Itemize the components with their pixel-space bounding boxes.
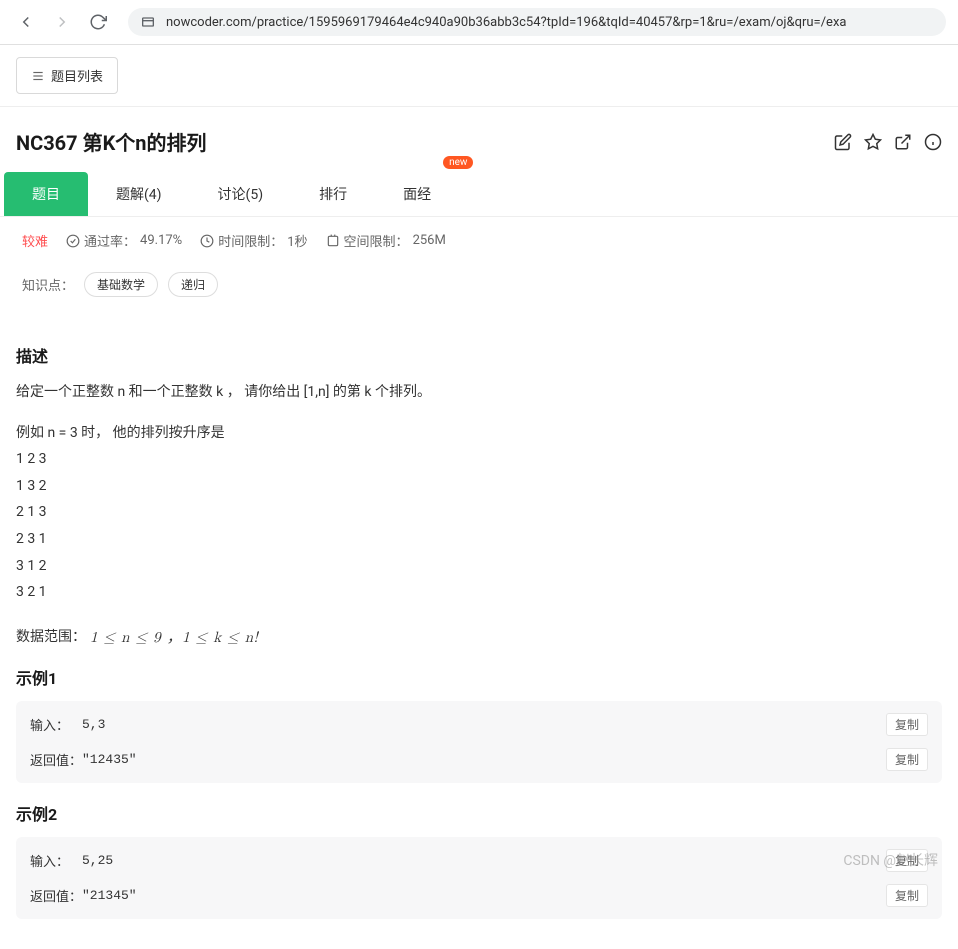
copy-button[interactable]: 复制	[886, 713, 928, 736]
tag-math[interactable]: 基础数学	[84, 272, 158, 297]
perm-line: 2 3 1	[16, 526, 942, 553]
range-line: 数据范围： 1 ≤ n ≤ 9 ，1 ≤ k ≤ n!	[16, 626, 942, 647]
back-button[interactable]	[12, 8, 40, 36]
watermark: CSDN @赵长辉	[843, 850, 938, 870]
meta-pass: 通过率：49.17%	[66, 231, 182, 250]
content: 描述 给定一个正整数 n 和一个正整数 k ， 请你给出 [1,n] 的第 k …	[0, 315, 958, 949]
tab-problem[interactable]: 题目	[4, 172, 88, 216]
tag-recursion[interactable]: 递归	[168, 272, 218, 297]
example2-box: 输入： 5,25 复制 返回值： "21345" 复制	[16, 837, 942, 919]
desc-p1: 给定一个正整数 n 和一个正整数 k ， 请你给出 [1,n] 的第 k 个排列…	[16, 379, 942, 406]
info-icon[interactable]	[924, 133, 942, 151]
ex-label: 返回值：	[30, 886, 82, 905]
example1-title: 示例1	[16, 665, 942, 689]
action-row	[834, 133, 942, 151]
ex-label: 输入：	[30, 715, 82, 734]
meta-time: 时间限制：1秒	[200, 231, 307, 250]
tags-label: 知识点：	[22, 275, 74, 294]
ex-label: 输入：	[30, 851, 82, 870]
tab-solutions[interactable]: 题解(4)	[88, 172, 190, 216]
difficulty-label: 较难	[22, 231, 48, 250]
meta-space: 空间限制：256M	[326, 231, 446, 250]
ex-value: "12435"	[82, 752, 886, 767]
share-icon[interactable]	[894, 133, 912, 151]
star-icon[interactable]	[864, 133, 882, 151]
reload-button[interactable]	[84, 8, 112, 36]
perm-line: 2 1 3	[16, 499, 942, 526]
browser-bar: nowcoder.com/practice/1595969179464e4c94…	[0, 0, 958, 45]
example1-box: 输入： 5,3 复制 返回值： "12435" 复制	[16, 701, 942, 783]
perm-line: 3 2 1	[16, 579, 942, 606]
perm-line: 1 3 2	[16, 473, 942, 500]
problem-list-label: 题目列表	[51, 66, 103, 85]
forward-button[interactable]	[48, 8, 76, 36]
tab-discussion[interactable]: 讨论(5)	[190, 172, 292, 216]
edit-icon[interactable]	[834, 133, 852, 151]
desc-heading: 描述	[16, 343, 942, 367]
meta-row: 较难 通过率：49.17% 时间限制：1秒 空间限制：256M	[0, 217, 958, 264]
clock-icon	[200, 234, 214, 248]
example2-return-row: 返回值： "21345" 复制	[16, 878, 942, 913]
example2-title: 示例2	[16, 801, 942, 825]
tab-ranking[interactable]: 排行	[291, 172, 375, 216]
problem-list-button[interactable]: 题目列表	[16, 57, 118, 94]
range-math: 1 ≤ n ≤ 9 ，1 ≤ k ≤ n!	[90, 626, 258, 647]
example2-input-row: 输入： 5,25 复制	[16, 843, 942, 878]
site-info-icon[interactable]	[140, 14, 156, 30]
tags-row: 知识点： 基础数学 递归	[0, 264, 958, 315]
list-icon	[31, 69, 45, 83]
memory-icon	[326, 234, 340, 248]
desc-p2-intro: 例如 n = 3 时， 他的排列按升序是	[16, 420, 942, 447]
ex-value: "21345"	[82, 888, 886, 903]
page-toolbar: 题目列表	[0, 45, 958, 106]
page-title: NC367 第K个n的排列	[16, 127, 207, 156]
range-label: 数据范围：	[16, 626, 86, 646]
perm-line: 3 1 2	[16, 553, 942, 580]
tab-interview[interactable]: 面经	[375, 172, 459, 216]
copy-button[interactable]: 复制	[886, 884, 928, 907]
header-row: NC367 第K个n的排列	[0, 107, 958, 172]
new-badge: new	[443, 156, 473, 169]
tabs: 题目 题解(4) 讨论(5) 排行 面经 new	[0, 172, 958, 217]
ex-label: 返回值：	[30, 750, 82, 769]
ex-value: 5,3	[82, 717, 886, 732]
copy-button[interactable]: 复制	[886, 748, 928, 771]
ex-value: 5,25	[82, 853, 886, 868]
example1-input-row: 输入： 5,3 复制	[16, 707, 942, 742]
check-icon	[66, 234, 80, 248]
url-text: nowcoder.com/practice/1595969179464e4c94…	[166, 15, 846, 30]
perm-line: 1 2 3	[16, 446, 942, 473]
url-bar[interactable]: nowcoder.com/practice/1595969179464e4c94…	[128, 8, 946, 36]
example1-return-row: 返回值： "12435" 复制	[16, 742, 942, 777]
